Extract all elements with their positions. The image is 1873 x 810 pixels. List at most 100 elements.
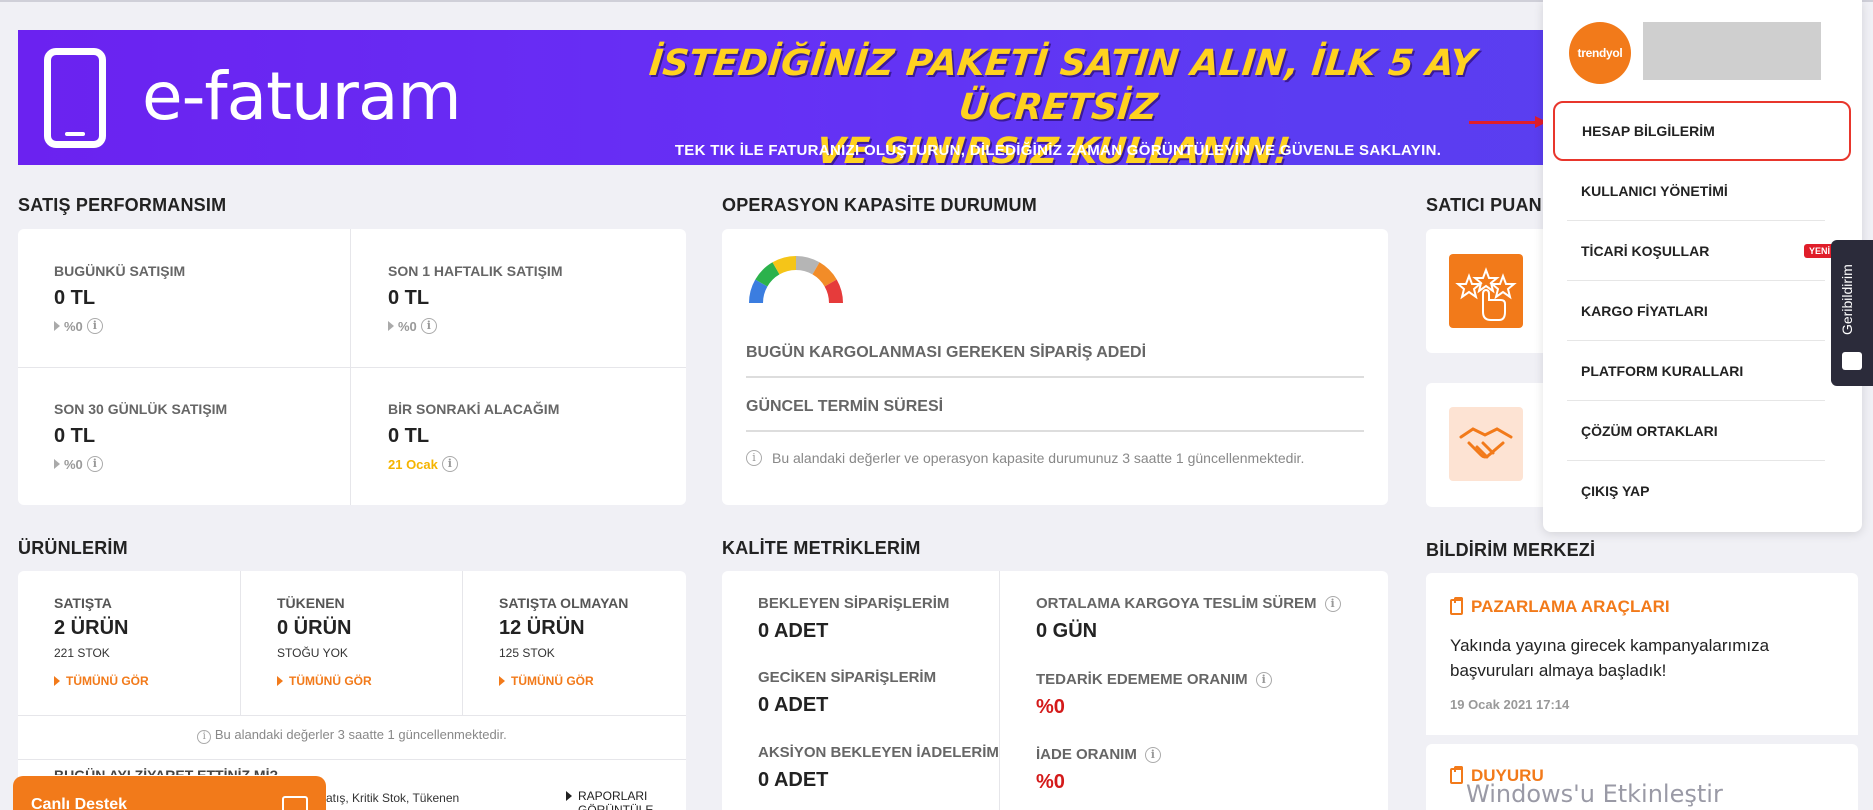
info-icon[interactable]: i (1255, 671, 1272, 688)
reports-link-label: RAPORLARI GÖRÜNTÜLE (578, 789, 654, 810)
banner-subline: TEK TIK İLE FATURANIZI OLUŞTURUN, DİLEDİ… (674, 142, 1442, 159)
triangle-icon (388, 321, 394, 331)
sales-next-receivable: BİR SONRAKİ ALACAĞIM 0 TL 21 Ocak i (388, 401, 559, 472)
sales-card: BUGÜNKÜ SATIŞIM 0 TL %0 i SON 1 HAFTALIK … (18, 229, 686, 505)
products-note-text: Bu alandaki değerler 3 saatte 1 güncelle… (214, 727, 507, 742)
see-all-link[interactable]: TÜMÜNÜ GÖR (54, 674, 149, 688)
info-icon: i (746, 450, 762, 466)
menu-user-management[interactable]: KULLANICI YÖNETİMİ (1567, 161, 1825, 221)
quality-value: 0 ADET (758, 620, 829, 642)
menu-solution-partners[interactable]: ÇÖZÜM ORTAKLARI (1567, 401, 1825, 461)
live-support-label: Canlı Destek (31, 796, 128, 810)
notifications-title: BİLDİRİM MERKEZİ (1426, 540, 1596, 560)
menu-label: ÇÖZÜM ORTAKLARI (1581, 422, 1718, 439)
receivable-date: 21 Ocak (388, 456, 438, 472)
product-sub: 221 STOK (54, 646, 110, 660)
capacity-card: BUGÜN KARGOLANMASI GEREKEN SİPARİŞ ADEDİ… (722, 229, 1388, 505)
info-icon[interactable]: i (441, 456, 458, 472)
sales-value: 0 TL (54, 287, 96, 309)
divider (999, 571, 1000, 810)
banner-logo: e-faturam (142, 58, 462, 135)
notification-card[interactable]: PAZARLAMA ARAÇLARI Yakında yayına girece… (1426, 573, 1858, 735)
feedback-label: Geribildirim (1839, 264, 1855, 335)
chat-icon (1842, 352, 1862, 370)
account-dropdown: trendyol HESAP BİLGİLERİM KULLANICI YÖNE… (1543, 0, 1862, 532)
see-all-link[interactable]: TÜMÜNÜ GÖR (277, 674, 372, 688)
quality-label: İADE ORANIM (1036, 746, 1137, 763)
feedback-tab[interactable]: Geribildirim (1831, 240, 1873, 386)
product-value: 0 ÜRÜN (277, 617, 352, 639)
quality-label: ORTALAMA KARGOYA TESLİM SÜREM (1036, 595, 1317, 612)
products-title: ÜRÜNLERİM (18, 538, 128, 558)
live-support-button[interactable]: Canlı Destek (13, 776, 326, 810)
menu-platform-rules[interactable]: PLATFORM KURALLARI (1567, 341, 1825, 401)
capacity-orders-row: BUGÜN KARGOLANMASI GEREKEN SİPARİŞ ADEDİ (746, 344, 1364, 378)
info-icon[interactable]: i (86, 456, 103, 472)
clipboard-icon (1450, 766, 1463, 784)
menu-label: KARGO FİYATLARI (1581, 302, 1708, 319)
see-all-label: TÜMÜNÜ GÖR (511, 674, 594, 688)
capacity-term-row: GÜNCEL TERMİN SÜRESİ (746, 398, 1364, 432)
reports-link[interactable]: RAPORLARI GÖRÜNTÜLE (566, 789, 656, 810)
partner-card (1426, 383, 1546, 507)
sales-pct: %0 (64, 456, 83, 472)
sales-label: SON 1 HAFTALIK SATIŞIM (388, 263, 563, 279)
sales-change: %0 i (54, 456, 227, 472)
sales-change: %0 i (388, 318, 562, 334)
windows-activation-watermark: Windows'u Etkinleştir (1466, 780, 1723, 808)
see-all-link[interactable]: TÜMÜNÜ GÖR (499, 674, 628, 688)
sales-value: 0 TL (388, 425, 430, 447)
sales-date: 21 Ocak i (388, 456, 559, 472)
info-icon[interactable]: i (1324, 595, 1341, 612)
quality-label: BEKLEYEN SİPARİŞLERİM (758, 595, 950, 612)
triangle-icon (277, 676, 283, 686)
capacity-note: i Bu alandaki değerler ve operasyon kapa… (746, 450, 1304, 466)
capacity-gauge (749, 256, 843, 304)
quality-label: TEDARİK EDEMEME ORANIM (1036, 671, 1248, 688)
info-icon[interactable]: i (86, 318, 103, 334)
menu-label: ÇIKIŞ YAP (1581, 483, 1650, 499)
menu-label: HESAP BİLGİLERİM (1582, 123, 1715, 139)
divider (18, 759, 686, 760)
info-icon: i (197, 730, 212, 744)
capacity-note-text: Bu alandaki değerler ve operasyon kapasi… (772, 450, 1305, 466)
quality-value: %0 (1036, 696, 1065, 718)
notification-category: PAZARLAMA ARAÇLARI (1450, 597, 1670, 617)
menu-commercial-terms[interactable]: TİCARİ KOŞULLAR YENİ (1567, 221, 1835, 281)
notification-text: Yakında yayına girecek kampanyalarımıza … (1450, 636, 1770, 680)
products-not-on-sale: SATIŞTA OLMAYAN 12 ÜRÜN 125 STOK TÜMÜNÜ … (499, 595, 628, 688)
info-icon[interactable]: i (420, 318, 437, 334)
quality-label: AKSİYON BEKLEYEN İADELERİM (758, 744, 999, 761)
quality-value: %0 (1036, 771, 1065, 793)
notification-date: 19 Ocak 2021 17:14 (1450, 697, 1570, 712)
menu-account-info[interactable]: HESAP BİLGİLERİM (1553, 101, 1851, 161)
quality-return-rate: İADE ORANIM i %0 (1036, 746, 1161, 794)
products-note: i Bu alandaki değerler 3 saatte 1 güncel… (18, 727, 686, 744)
quality-delayed-orders: GECİKEN SİPARİŞLERİM 0 ADET (758, 669, 936, 717)
divider (18, 715, 686, 716)
products-card: SATIŞTA 2 ÜRÜN 221 STOK TÜMÜNÜ GÖR TÜKEN… (18, 571, 686, 810)
gauge-segment-green (755, 262, 780, 287)
menu-label: TİCARİ KOŞULLAR (1581, 242, 1710, 259)
quality-card: BEKLEYEN SİPARİŞLERİM 0 ADET GECİKEN SİP… (722, 571, 1388, 810)
capacity-title: OPERASYON KAPASİTE DURUMUM (722, 195, 1037, 215)
product-value: 2 ÜRÜN (54, 617, 129, 639)
pointer-arrow (1469, 121, 1541, 124)
product-sub: 125 STOK (499, 646, 555, 660)
avatar[interactable]: trendyol (1569, 22, 1631, 84)
quality-label-wrap: TEDARİK EDEMEME ORANIM i (1036, 671, 1272, 688)
triangle-icon (54, 321, 60, 331)
phone-icon (44, 48, 106, 148)
sales-week: SON 1 HAFTALIK SATIŞIM 0 TL %0 i (388, 263, 562, 334)
sales-month: SON 30 GÜNLÜK SATIŞIM 0 TL %0 i (54, 401, 227, 472)
triangle-icon (54, 459, 60, 469)
quality-label-wrap: ORTALAMA KARGOYA TESLİM SÜREM i (1036, 595, 1341, 612)
menu-logout[interactable]: ÇIKIŞ YAP (1567, 461, 1825, 521)
handshake-svg (1459, 427, 1513, 459)
gauge-segment-yellow (772, 256, 797, 275)
menu-shipping-prices[interactable]: KARGO FİYATLARI (1567, 281, 1825, 341)
info-icon[interactable]: i (1144, 746, 1161, 763)
quality-pending-orders: BEKLEYEN SİPARİŞLERİM 0 ADET (758, 595, 949, 643)
stars-icon (1455, 267, 1517, 321)
products-on-sale: SATIŞTA 2 ÜRÜN 221 STOK TÜMÜNÜ GÖR (54, 595, 149, 688)
